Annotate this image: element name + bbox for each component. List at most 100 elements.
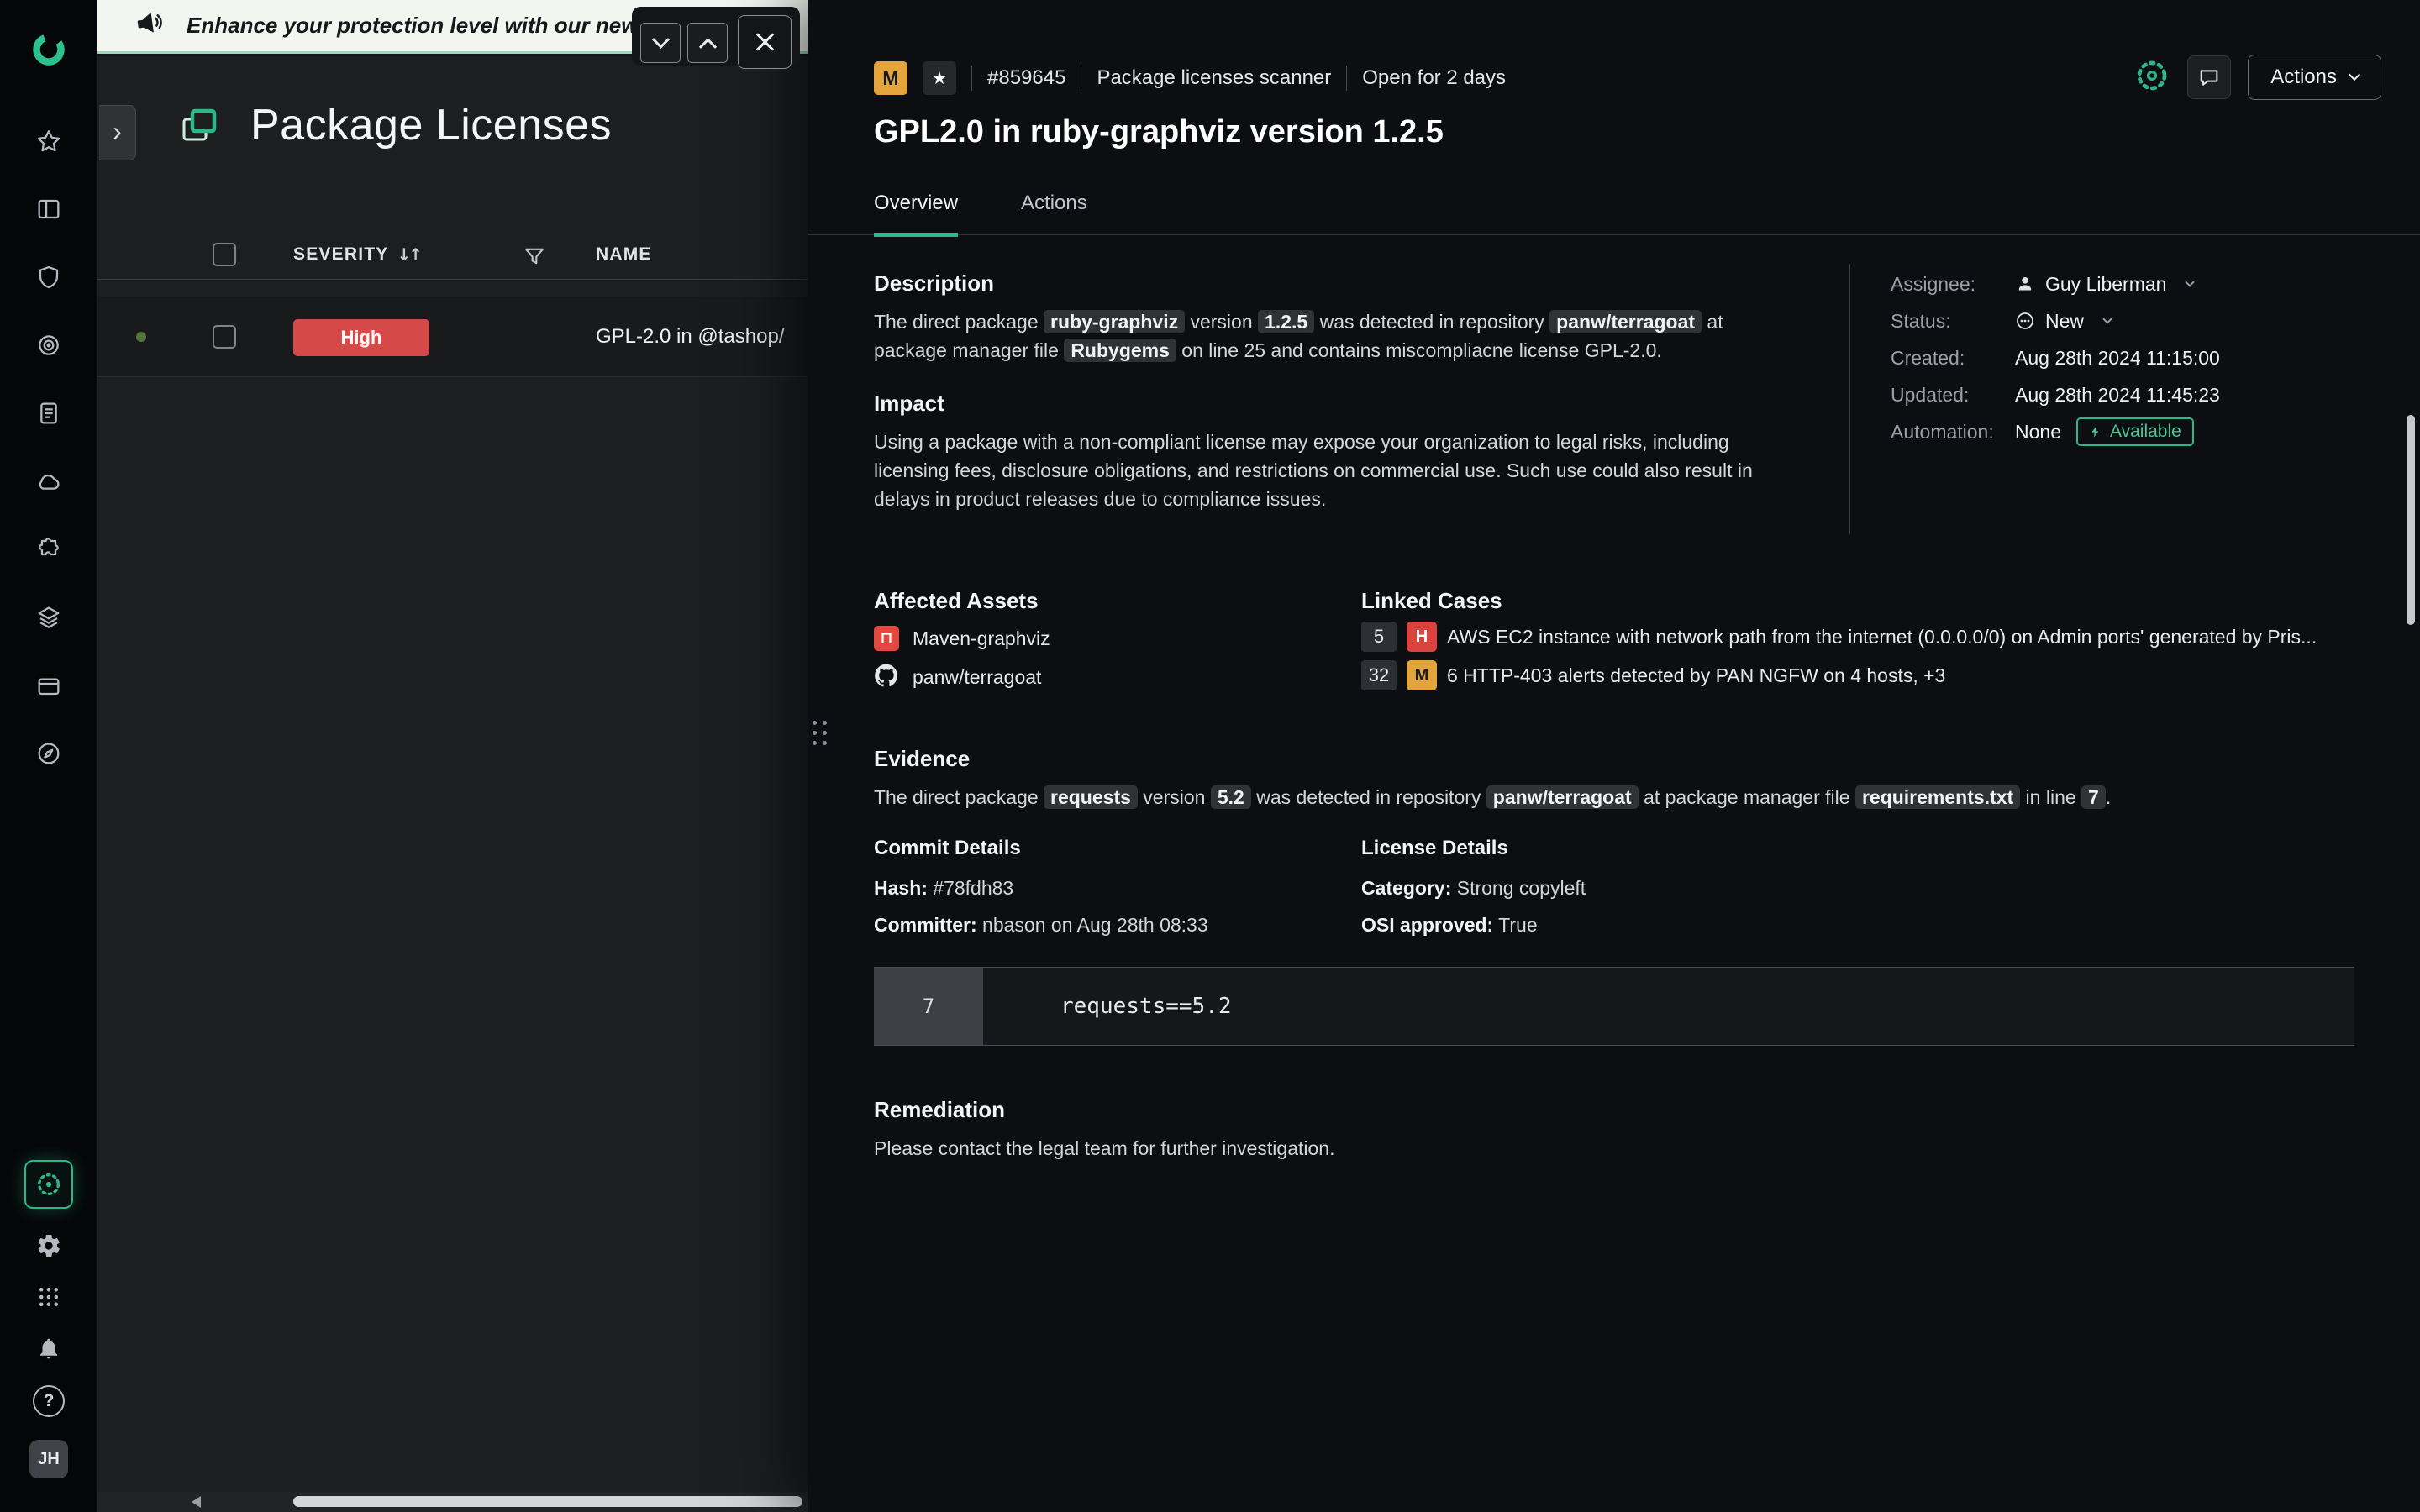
automation-label: Automation: xyxy=(1891,421,2015,444)
previous-finding-button[interactable] xyxy=(687,23,728,63)
created-value: Aug 28th 2024 11:15:00 xyxy=(2015,347,2220,370)
severity-badge-medium: M xyxy=(874,61,908,95)
status-name: New xyxy=(2045,310,2084,333)
help-icon[interactable]: ? xyxy=(33,1385,65,1417)
expand-nav-button[interactable]: › xyxy=(99,105,136,160)
close-icon xyxy=(752,29,777,55)
case-count-badge: 5 xyxy=(1361,622,1397,652)
next-finding-button[interactable] xyxy=(640,23,681,63)
vertical-scrollbar-thumb[interactable] xyxy=(2407,415,2415,625)
brand-logo[interactable] xyxy=(29,30,68,73)
tab-actions[interactable]: Actions xyxy=(1021,192,1087,237)
asset-row[interactable]: panw/terragoat xyxy=(874,660,1041,694)
sidebar-nav xyxy=(34,127,63,768)
user-avatar[interactable]: JH xyxy=(29,1440,68,1478)
gear-icon[interactable] xyxy=(34,1231,63,1260)
automation-row: Automation: None Available xyxy=(1891,415,2194,449)
table-header: SEVERITY ↓↑ NAME xyxy=(97,234,808,280)
maven-icon xyxy=(874,626,899,651)
horizontal-scrollbar-thumb[interactable] xyxy=(293,1496,802,1507)
panel-drag-handle-icon[interactable] xyxy=(813,721,827,745)
repository-token: panw/terragoat xyxy=(1486,785,1639,809)
bolt-icon xyxy=(2089,425,2102,438)
open-duration: Open for 2 days xyxy=(1362,66,1506,90)
scroll-left-icon[interactable] xyxy=(192,1496,201,1508)
sort-icon[interactable]: ↓↑ xyxy=(397,244,420,265)
linked-cases-heading: Linked Cases xyxy=(1361,588,1502,614)
row-checkbox[interactable] xyxy=(213,325,236,349)
status-row: Status: New xyxy=(1891,304,2111,338)
updated-label: Updated: xyxy=(1891,384,2015,407)
apps-grid-icon[interactable] xyxy=(34,1283,63,1311)
finding-name[interactable]: GPL-2.0 in @tashop/ xyxy=(596,325,806,349)
layers-icon[interactable] xyxy=(34,603,63,632)
available-label: Available xyxy=(2110,422,2181,442)
asset-row[interactable]: Maven-graphviz xyxy=(874,622,1050,655)
active-module-spark-icon[interactable] xyxy=(24,1160,73,1209)
license-details-heading: License Details xyxy=(1361,837,1508,860)
filter-icon[interactable] xyxy=(523,244,546,272)
compass-icon[interactable] xyxy=(34,739,63,768)
case-title[interactable]: 6 HTTP-403 alerts detected by PAN NGFW o… xyxy=(1447,664,1945,687)
license-category: Category: Strong copyleft xyxy=(1361,874,1586,902)
actions-button[interactable]: Actions xyxy=(2248,55,2381,100)
console-icon xyxy=(178,105,218,145)
target-icon[interactable] xyxy=(34,331,63,360)
chevron-down-icon xyxy=(651,30,669,48)
description-heading: Description xyxy=(874,270,994,297)
bell-icon[interactable] xyxy=(34,1334,63,1362)
created-label: Created: xyxy=(1891,347,2015,370)
automation-glow-icon[interactable] xyxy=(2133,57,2170,98)
commit-details-heading: Commit Details xyxy=(874,837,1021,860)
linked-case-row[interactable]: 32 M 6 HTTP-403 alerts detected by PAN N… xyxy=(1361,659,2361,692)
star-icon[interactable] xyxy=(34,127,63,155)
report-icon[interactable] xyxy=(34,399,63,428)
panel-header: M ★ #859645 Package licenses scanner Ope… xyxy=(874,60,1506,96)
case-title[interactable]: AWS EC2 instance with network path from … xyxy=(1447,626,2317,648)
comment-button[interactable] xyxy=(2187,55,2231,99)
commit-hash: Hash: #78fdh83 xyxy=(874,874,1013,902)
scanner-name: Package licenses scanner xyxy=(1097,66,1331,90)
close-panel-button[interactable] xyxy=(738,15,792,69)
evidence-text: The direct package requests version 5.2 … xyxy=(874,783,2319,811)
assignee-value[interactable]: Guy Liberman xyxy=(2015,273,2193,296)
finding-detail-panel: M ★ #859645 Package licenses scanner Ope… xyxy=(808,0,2420,1512)
impact-text: Using a package with a non-compliant lic… xyxy=(874,428,1781,513)
status-value[interactable]: New xyxy=(2015,310,2111,333)
code-content: requests==5.2 xyxy=(983,968,2354,1045)
horizontal-scrollbar[interactable] xyxy=(97,1492,808,1512)
cloud-icon[interactable] xyxy=(34,467,63,496)
severity-badge-high: H xyxy=(1407,622,1437,652)
severity-badge-medium: M xyxy=(1407,660,1437,690)
app-root: ? JH Enhance your protection level with … xyxy=(0,0,2420,1512)
page-title-row: Package Licenses xyxy=(178,100,612,150)
name-column-header[interactable]: NAME xyxy=(596,244,652,265)
package-manager-token: Rubygems xyxy=(1064,339,1176,362)
tab-overview[interactable]: Overview xyxy=(874,192,958,237)
severity-column-header[interactable]: SEVERITY ↓↑ xyxy=(293,244,420,265)
description-text: The direct package ruby-graphviz version… xyxy=(874,307,1765,365)
wallet-icon[interactable] xyxy=(34,671,63,700)
automation-available-badge[interactable]: Available xyxy=(2076,417,2194,446)
shield-icon[interactable] xyxy=(34,263,63,291)
boards-icon[interactable] xyxy=(34,195,63,223)
actions-button-label: Actions xyxy=(2270,66,2337,89)
version-token: 5.2 xyxy=(1211,785,1251,809)
package-token: ruby-graphviz xyxy=(1044,310,1185,333)
linked-case-row[interactable]: 5 H AWS EC2 instance with network path f… xyxy=(1361,620,2361,654)
select-all-checkbox[interactable] xyxy=(213,243,236,266)
finding-row[interactable]: High GPL-2.0 in @tashop/ xyxy=(97,297,808,377)
code-line-number: 7 xyxy=(874,968,983,1045)
chevron-up-icon xyxy=(698,38,716,55)
favorite-star-button[interactable]: ★ xyxy=(923,61,956,95)
created-row: Created: Aug 28th 2024 11:15:00 xyxy=(1891,341,2220,375)
asset-name[interactable]: panw/terragoat xyxy=(913,666,1041,689)
asset-name[interactable]: Maven-graphviz xyxy=(913,627,1050,650)
puzzle-icon[interactable] xyxy=(34,535,63,564)
assignee-label: Assignee: xyxy=(1891,273,2015,296)
updated-value: Aug 28th 2024 11:45:23 xyxy=(2015,384,2220,407)
automation-value: None xyxy=(2015,421,2061,444)
assignee-row: Assignee: Guy Liberman xyxy=(1891,267,2193,301)
repository-token: panw/terragoat xyxy=(1549,310,1702,333)
case-count-badge: 32 xyxy=(1361,660,1397,690)
